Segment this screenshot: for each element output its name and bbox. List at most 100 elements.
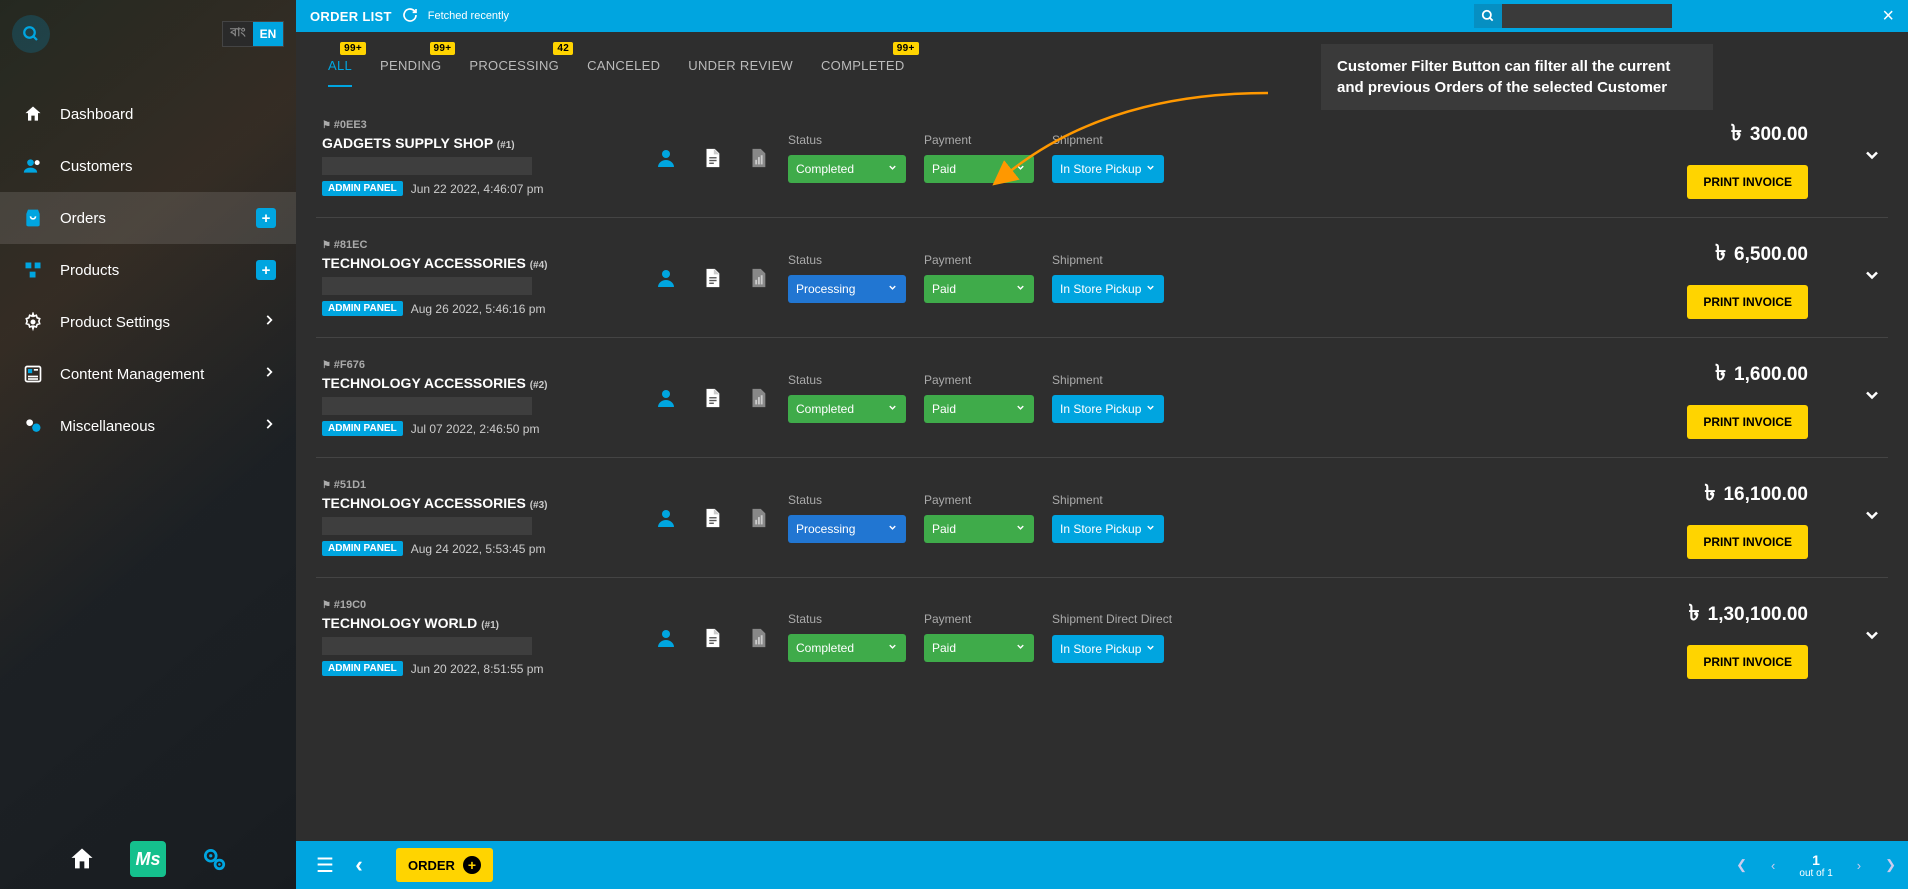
report-icon[interactable]	[746, 506, 770, 530]
orders-list: #0EE3 GADGETS SUPPLY SHOP (#1) ADMIN PAN…	[296, 98, 1908, 841]
close-icon[interactable]: ×	[1882, 5, 1894, 28]
expand-icon[interactable]	[1862, 265, 1882, 290]
page-number: 1	[1799, 852, 1832, 868]
sidebar-item-products[interactable]: Products +	[0, 244, 296, 296]
customer-filter-icon[interactable]	[654, 626, 678, 650]
products-icon	[20, 260, 46, 280]
home-button[interactable]	[64, 841, 100, 877]
shipment-select[interactable]: In Store Pickup	[1052, 515, 1164, 543]
report-icon[interactable]	[746, 146, 770, 170]
tab-under-review[interactable]: UNDER REVIEW	[688, 58, 793, 87]
shipment-label: Shipment	[1052, 373, 1164, 387]
report-icon[interactable]	[746, 626, 770, 650]
print-invoice-button[interactable]: PRINT INVOICE	[1687, 285, 1808, 319]
status-select[interactable]: Completed	[788, 634, 906, 662]
search-icon[interactable]	[12, 15, 50, 53]
print-invoice-button[interactable]: PRINT INVOICE	[1687, 525, 1808, 559]
order-date: Jun 22 2022, 4:46:07 pm	[411, 182, 544, 196]
pager: ❮ ‹ 1 out of 1 › ❯	[1736, 852, 1896, 879]
print-invoice-button[interactable]: PRINT INVOICE	[1687, 165, 1808, 199]
customer-filter-icon[interactable]	[654, 386, 678, 410]
expand-icon[interactable]	[1862, 145, 1882, 170]
order-phone-placeholder	[322, 397, 532, 415]
next-page-icon[interactable]: ›	[1857, 858, 1861, 873]
shipment-select[interactable]: In Store Pickup	[1052, 395, 1164, 423]
sidebar-item-label: Orders	[60, 210, 106, 227]
back-icon[interactable]: ‹	[342, 852, 376, 878]
status-select[interactable]: Completed	[788, 155, 906, 183]
expand-icon[interactable]	[1862, 625, 1882, 650]
refresh-icon[interactable]	[402, 7, 418, 26]
last-page-icon[interactable]: ❯	[1885, 857, 1896, 873]
payment-select[interactable]: Paid	[924, 634, 1034, 662]
expand-icon[interactable]	[1862, 385, 1882, 410]
order-customer: TECHNOLOGY ACCESSORIES (#3)	[322, 495, 636, 511]
payment-select[interactable]: Paid	[924, 155, 1034, 183]
document-icon[interactable]	[700, 626, 724, 650]
sidebar-item-dashboard[interactable]: Dashboard	[0, 88, 296, 140]
order-customer: TECHNOLOGY ACCESSORIES (#4)	[322, 255, 636, 271]
status-label: Status	[788, 133, 906, 147]
document-icon[interactable]	[700, 146, 724, 170]
status-select[interactable]: Processing	[788, 275, 906, 303]
sidebar-item-miscellaneous[interactable]: Miscellaneous	[0, 400, 296, 452]
order-row: #81EC TECHNOLOGY ACCESSORIES (#4) ADMIN …	[316, 218, 1888, 338]
admin-badge: ADMIN PANEL	[322, 541, 403, 556]
order-id: #81EC	[322, 239, 636, 251]
payment-select[interactable]: Paid	[924, 515, 1034, 543]
status-label: Status	[788, 493, 906, 507]
brand-badge[interactable]: Ms	[130, 841, 166, 877]
sidebar-item-customers[interactable]: Customers	[0, 140, 296, 192]
chevron-right-icon	[262, 313, 276, 331]
chevron-right-icon	[262, 417, 276, 435]
menu-icon[interactable]: ☰	[308, 853, 342, 878]
add-product-icon[interactable]: +	[256, 260, 276, 280]
order-row: #19C0 TECHNOLOGY WORLD (#1) ADMIN PANEL …	[316, 578, 1888, 697]
new-order-button[interactable]: ORDER +	[396, 848, 493, 882]
status-select[interactable]: Processing	[788, 515, 906, 543]
expand-icon[interactable]	[1862, 505, 1882, 530]
tab-pending[interactable]: PENDING99+	[380, 58, 441, 87]
status-label: Status	[788, 612, 906, 626]
lang-bn[interactable]: বাং	[223, 22, 253, 46]
search-icon[interactable]	[1474, 4, 1502, 28]
badge: 99+	[430, 42, 456, 55]
print-invoice-button[interactable]: PRINT INVOICE	[1687, 405, 1808, 439]
main: ORDER LIST Fetched recently × ALL99+PEND…	[296, 0, 1908, 841]
status-select[interactable]: Completed	[788, 395, 906, 423]
lang-en[interactable]: EN	[253, 22, 283, 46]
order-button-label: ORDER	[408, 858, 455, 873]
document-icon[interactable]	[700, 266, 724, 290]
shipment-select[interactable]: In Store Pickup	[1052, 635, 1164, 663]
shipment-select[interactable]: In Store Pickup	[1052, 155, 1164, 183]
order-row: #51D1 TECHNOLOGY ACCESSORIES (#3) ADMIN …	[316, 458, 1888, 578]
search-field[interactable]	[1474, 4, 1672, 28]
sidebar-item-content-management[interactable]: Content Management	[0, 348, 296, 400]
sidebar-item-orders[interactable]: Orders +	[0, 192, 296, 244]
payment-select[interactable]: Paid	[924, 395, 1034, 423]
language-toggle[interactable]: বাং EN	[222, 21, 284, 47]
shipment-label: Shipment	[1052, 493, 1164, 507]
customer-filter-icon[interactable]	[654, 506, 678, 530]
report-icon[interactable]	[746, 386, 770, 410]
report-icon[interactable]	[746, 266, 770, 290]
tab-completed[interactable]: COMPLETED99+	[821, 58, 905, 87]
customer-filter-icon[interactable]	[654, 146, 678, 170]
prev-page-icon[interactable]: ‹	[1771, 858, 1775, 873]
document-icon[interactable]	[700, 506, 724, 530]
settings-button[interactable]	[196, 841, 232, 877]
document-icon[interactable]	[700, 386, 724, 410]
tab-canceled[interactable]: CANCELED	[587, 58, 660, 87]
tab-processing[interactable]: PROCESSING42	[469, 58, 559, 87]
search-input[interactable]	[1502, 4, 1672, 28]
customer-filter-icon[interactable]	[654, 266, 678, 290]
add-order-icon[interactable]: +	[256, 208, 276, 228]
sidebar-item-product-settings[interactable]: Product Settings	[0, 296, 296, 348]
payment-select[interactable]: Paid	[924, 275, 1034, 303]
print-invoice-button[interactable]: PRINT INVOICE	[1687, 645, 1808, 679]
shipment-select[interactable]: In Store Pickup	[1052, 275, 1164, 303]
tab-all[interactable]: ALL99+	[328, 58, 352, 87]
payment-label: Payment	[924, 612, 1034, 626]
first-page-icon[interactable]: ❮	[1736, 857, 1747, 873]
order-customer: TECHNOLOGY ACCESSORIES (#2)	[322, 375, 636, 391]
